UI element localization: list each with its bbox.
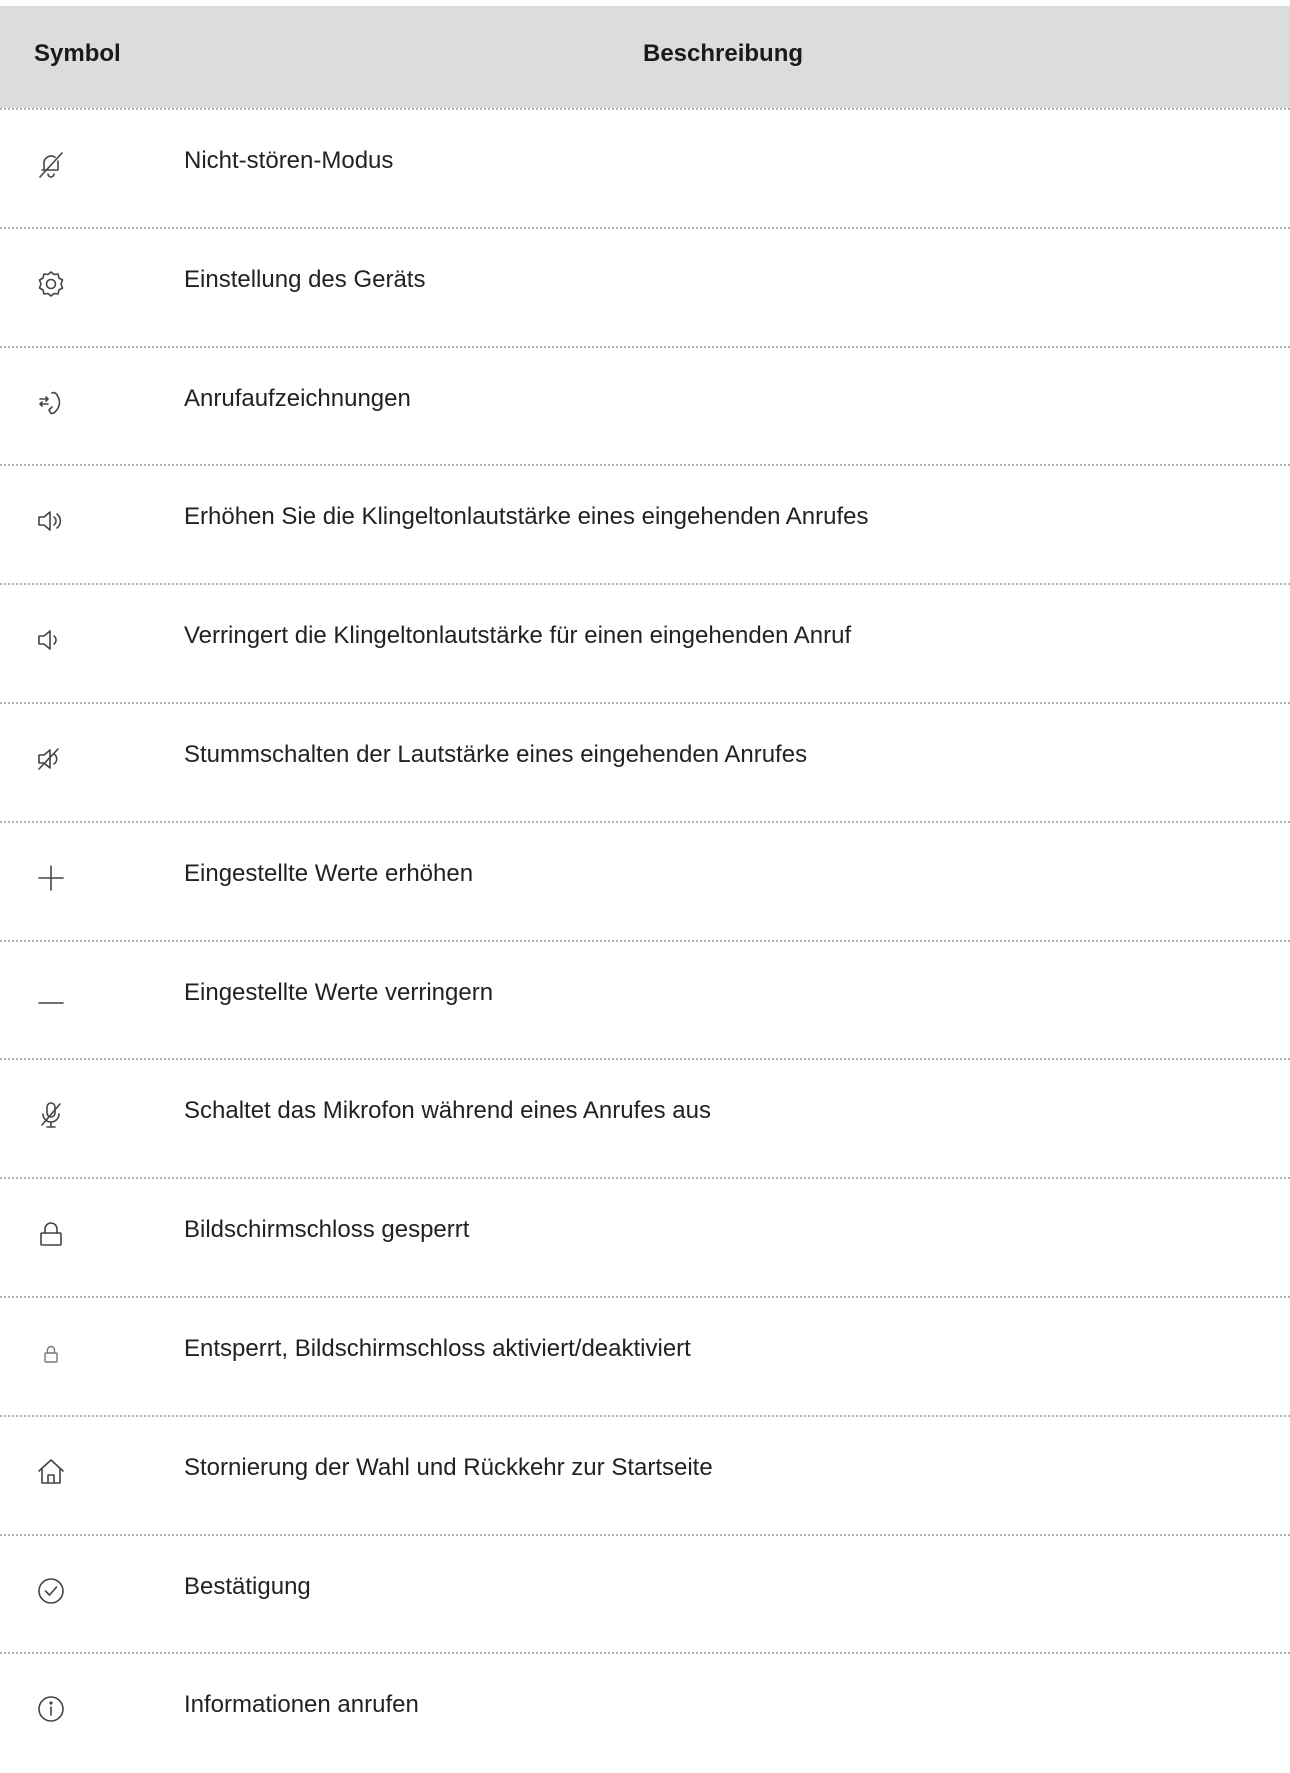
- minus-icon: [34, 980, 68, 1014]
- info-icon: [34, 1692, 68, 1726]
- row-description: Erhöhen Sie die Klingeltonlautstärke ein…: [184, 503, 869, 531]
- row-description: Anrufaufzeichnungen: [184, 384, 411, 412]
- header-description: Beschreibung: [642, 40, 804, 67]
- row-description: Bildschirmschloss gesperrt: [184, 1216, 470, 1244]
- home-icon: [34, 1455, 68, 1489]
- mic-off-icon: [34, 1098, 68, 1132]
- table-header: Symbol Beschreibung: [0, 6, 1290, 108]
- table-row: Erhöhen Sie die Klingeltonlautstärke ein…: [0, 464, 1290, 583]
- plus-icon: [34, 861, 68, 895]
- table-row: Stummschalten der Lautstärke eines einge…: [0, 701, 1290, 821]
- gear-icon: [34, 267, 68, 301]
- row-description: Verringert die Klingeltonlautstärke für …: [184, 622, 852, 650]
- table-row: Schaltet das Mikrofon während eines Anru…: [0, 1058, 1290, 1177]
- table-body: Nicht-stören-Modus Einstellung des Gerät…: [0, 108, 1290, 1771]
- table-row: Bildschirmschloss gesperrt: [0, 1177, 1290, 1296]
- row-description: Nicht-stören-Modus: [184, 147, 394, 174]
- check-circle-icon: [34, 1574, 68, 1608]
- row-description: Stummschalten der Lautstärke eines einge…: [184, 740, 808, 768]
- table-row: Nicht-stören-Modus: [0, 108, 1290, 227]
- bell-off-icon: [34, 148, 68, 182]
- table-row: Bestätigung: [0, 1533, 1290, 1653]
- table-row: Eingestellte Werte erhöhen: [0, 820, 1290, 940]
- volume-down-icon: [34, 623, 68, 657]
- row-description: Eingestellte Werte erhöhen: [184, 859, 474, 887]
- row-description: Schaltet das Mikrofon während eines Anru…: [184, 1097, 711, 1125]
- call-log-icon: [34, 386, 68, 420]
- row-description: Stornierung der Wahl und Rückkehr zur St…: [184, 1453, 713, 1481]
- header-symbol: Symbol: [34, 40, 121, 67]
- volume-mute-icon: [34, 742, 68, 776]
- table-row: Anrufaufzeichnungen: [0, 345, 1290, 465]
- row-description: Eingestellte Werte verringern: [184, 978, 494, 1006]
- table-row: Einstellung des Geräts: [0, 226, 1290, 346]
- table-row: Stornierung der Wahl und Rückkehr zur St…: [0, 1414, 1290, 1534]
- row-description: Einstellung des Geräts: [184, 265, 426, 293]
- lock-icon: [34, 1217, 68, 1251]
- symbol-table: Symbol Beschreibung Nicht-stören-Modus E…: [0, 6, 1290, 1771]
- table-row: Eingestellte Werte verringern: [0, 939, 1290, 1059]
- table-row: Informationen anrufen: [0, 1652, 1290, 1771]
- row-description: Informationen anrufen: [184, 1691, 419, 1719]
- lock-small-icon: [34, 1336, 68, 1370]
- row-description: Bestätigung: [184, 1572, 311, 1600]
- row-description: Entsperrt, Bildschirmschloss aktiviert/d…: [184, 1334, 691, 1362]
- table-row: Entsperrt, Bildschirmschloss aktiviert/d…: [0, 1295, 1290, 1415]
- table-row: Verringert die Klingeltonlautstärke für …: [0, 583, 1290, 702]
- volume-up-icon: [34, 504, 68, 538]
